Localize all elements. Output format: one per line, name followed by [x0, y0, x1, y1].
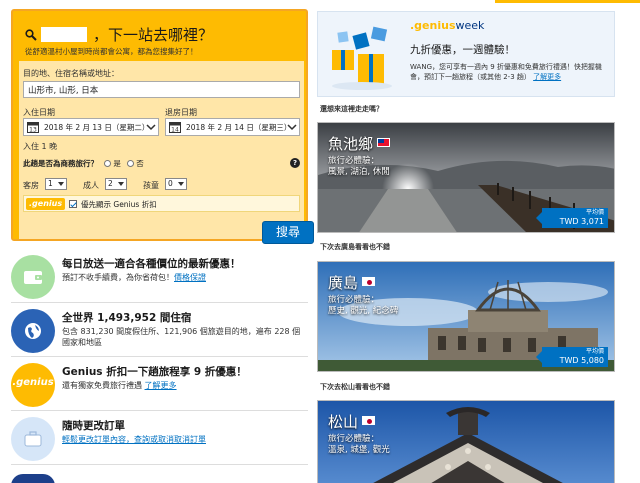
- search-header: ，下一站去哪裡？ 從舒適溫村小屋到時尚都會公寓，都為您搜集好了！: [19, 17, 304, 65]
- destination-section-label: 下次去廣島看看也不錯: [320, 243, 390, 251]
- destination-section-label: 還想來這裡走走嗎？: [320, 105, 383, 113]
- genius-icon: .genius: [12, 377, 54, 388]
- feature-manage-circle: [11, 417, 55, 461]
- feature-genius-title: Genius 折扣一下趟旅程享 9 折優惠！: [62, 366, 247, 378]
- checkout-label: 退房日期: [165, 108, 197, 117]
- feature-manage-booking: 隨時更改訂單 輕鬆更改訂單內容，查詢或取消取消訂單: [11, 413, 308, 465]
- adults-label: 成人: [83, 181, 99, 190]
- calendar-icon: 13: [27, 122, 39, 134]
- destination-section-label: 下次去松山看看也不錯: [320, 383, 390, 391]
- adults-select[interactable]: 2: [105, 178, 127, 190]
- promo-title: 九折優惠，一週體驗！: [410, 44, 515, 56]
- destination-tags: 旅行必體驗： 溫泉, 城堡, 觀光: [328, 434, 390, 455]
- feature-deals-title: 每日放送一適合各種價位的最新優惠！: [62, 258, 241, 270]
- destination-label: 目的地、住宿名稱或地址：: [23, 69, 119, 78]
- japan-flag-icon: [362, 416, 376, 425]
- feature-properties-title: 全世界 1,493,952 間住宿: [62, 312, 192, 324]
- destination-tags: 旅行必體驗： 風景, 湖泊, 休閒: [328, 156, 390, 177]
- search-button[interactable]: 搜尋: [262, 221, 314, 244]
- feature-genius-desc: 還有獨家免費旅行禮遇 了解更多: [62, 381, 177, 390]
- feature-properties-circle: [11, 309, 55, 353]
- rooms-select[interactable]: 1: [45, 178, 67, 190]
- price-tag: 平均價 TWD 5,080: [536, 347, 608, 367]
- checkin-date-picker[interactable]: 13 2018 年 2 月 13 日（星期二）: [23, 118, 159, 136]
- checkout-date-picker[interactable]: 14 2018 年 2 月 14 日（星期三）: [165, 118, 300, 136]
- feature-deals: 每日放送一適合各種價位的最新優惠！ 預訂不收手續費，為你省荷包！價格保證: [11, 251, 308, 303]
- price-tag: 平均價 TWD 3,071: [536, 208, 608, 228]
- feature-manage-desc: 輕鬆更改訂單內容，查詢或取消取消訂單: [62, 434, 306, 445]
- search-icon: [25, 29, 37, 41]
- children-label: 孩童: [143, 181, 159, 190]
- feature-genius-circle: .genius: [11, 363, 55, 407]
- svg-text:14: 14: [171, 127, 179, 134]
- feature-properties-desc: 包含 831,230 間度假住所、121,906 個旅遊目的地，遍布 228 個…: [62, 327, 301, 347]
- next-feature-circle: [11, 474, 55, 483]
- svg-text:13: 13: [29, 127, 37, 134]
- feature-properties: 全世界 1,493,952 間住宿 包含 831,230 間度假住所、121,9…: [11, 305, 308, 357]
- business-no-radio[interactable]: [127, 160, 135, 167]
- destination-tags: 旅行必體驗： 歷史, 觀光, 紀念碑: [328, 295, 399, 316]
- genius-week-brand: .geniusweek: [410, 19, 485, 32]
- search-form: 目的地、住宿名稱或地址： 入住日期 退房日期 13 2018 年 2 月 13 …: [19, 61, 314, 244]
- feature-deals-circle: [11, 255, 55, 299]
- destination-name: 廣島: [328, 272, 376, 293]
- destination-name: 魚池鄉: [328, 133, 391, 154]
- top-accent-bar: [495, 0, 640, 3]
- genius-learn-more-link[interactable]: 了解更多: [145, 381, 177, 390]
- feature-genius: .genius Genius 折扣一下趟旅程享 9 折優惠！ 還有獨家免費旅行禮…: [11, 359, 308, 411]
- dropdown-arrow-icon: [178, 182, 184, 186]
- feature-deals-desc: 預訂不收手續費，為你省荷包！價格保證: [62, 273, 206, 282]
- gift-illustration-icon: [332, 26, 392, 90]
- promo-learn-more-link[interactable]: 了解更多: [533, 73, 561, 81]
- genius-filter-row: .genius 優先顯示 Genius 折扣: [23, 195, 300, 212]
- genius-week-promo[interactable]: .geniusweek 九折優惠，一週體驗！ WANG，您可享有一週內 9 折優…: [317, 11, 615, 97]
- destination-card-matsuyama[interactable]: 松山 旅行必體驗： 溫泉, 城堡, 觀光: [317, 400, 615, 483]
- checkin-label: 入住日期: [23, 108, 55, 117]
- search-panel: ，下一站去哪裡？ 從舒適溫村小屋到時尚都會公寓，都為您搜集好了！ 目的地、住宿名…: [11, 9, 314, 244]
- nights-count: 入住 1 晚: [23, 142, 58, 151]
- destination-card-hiroshima[interactable]: 廣島 旅行必體驗： 歷史, 觀光, 紀念碑 平均價 TWD 5,080: [317, 261, 615, 372]
- genius-checkbox[interactable]: [69, 200, 77, 208]
- destination-card-yuchi[interactable]: 魚池鄉 旅行必體驗： 風景, 湖泊, 休閒 平均價 TWD 3,071: [317, 122, 615, 233]
- search-subtitle: 從舒適溫村小屋到時尚都會公寓，都為您搜集好了！: [25, 47, 198, 56]
- business-question: 此趟是否為商務旅行？: [23, 159, 98, 168]
- suitcase-icon: [24, 431, 42, 447]
- genius-badge: .genius: [26, 198, 66, 210]
- booking-homepage: ，下一站去哪裡？ 從舒適溫村小屋到時尚都會公寓，都為您搜集好了！ 目的地、住宿名…: [0, 0, 640, 483]
- calendar-icon: 14: [169, 122, 181, 134]
- destination-input[interactable]: [23, 81, 300, 98]
- business-no-label: 否: [136, 159, 144, 168]
- globe-icon: [25, 323, 41, 339]
- genius-checkbox-label: 優先顯示 Genius 折扣: [81, 200, 157, 209]
- taiwan-flag-icon: [377, 138, 391, 147]
- dropdown-arrow-icon: [58, 182, 64, 186]
- business-yes-radio[interactable]: [104, 160, 112, 167]
- feature-manage-title: 隨時更改訂單: [62, 420, 125, 432]
- rooms-label: 客房: [23, 181, 39, 190]
- japan-flag-icon: [362, 277, 376, 286]
- search-title: ，下一站去哪裡？: [25, 24, 213, 45]
- manage-booking-link[interactable]: 輕鬆更改訂單內容，查詢或取消取消訂單: [62, 435, 206, 444]
- chevron-down-icon: [146, 124, 156, 131]
- help-icon[interactable]: ?: [290, 158, 300, 168]
- chevron-down-icon: [287, 124, 297, 131]
- children-select[interactable]: 0: [165, 178, 187, 190]
- destination-name: 松山: [328, 411, 376, 432]
- redacted-username: [41, 27, 87, 42]
- wallet-icon: [24, 271, 42, 284]
- top-strip: [0, 0, 640, 4]
- price-guarantee-link[interactable]: 價格保證: [174, 273, 206, 282]
- business-trip-row: 此趟是否為商務旅行？ 是 否 ?: [23, 158, 300, 172]
- business-yes-label: 是: [113, 159, 121, 168]
- dropdown-arrow-icon: [118, 182, 124, 186]
- promo-desc: WANG，您可享有一週內 9 折優惠和免費旅行禮遇！快把握機會，預訂下一趟旅程（…: [410, 63, 602, 81]
